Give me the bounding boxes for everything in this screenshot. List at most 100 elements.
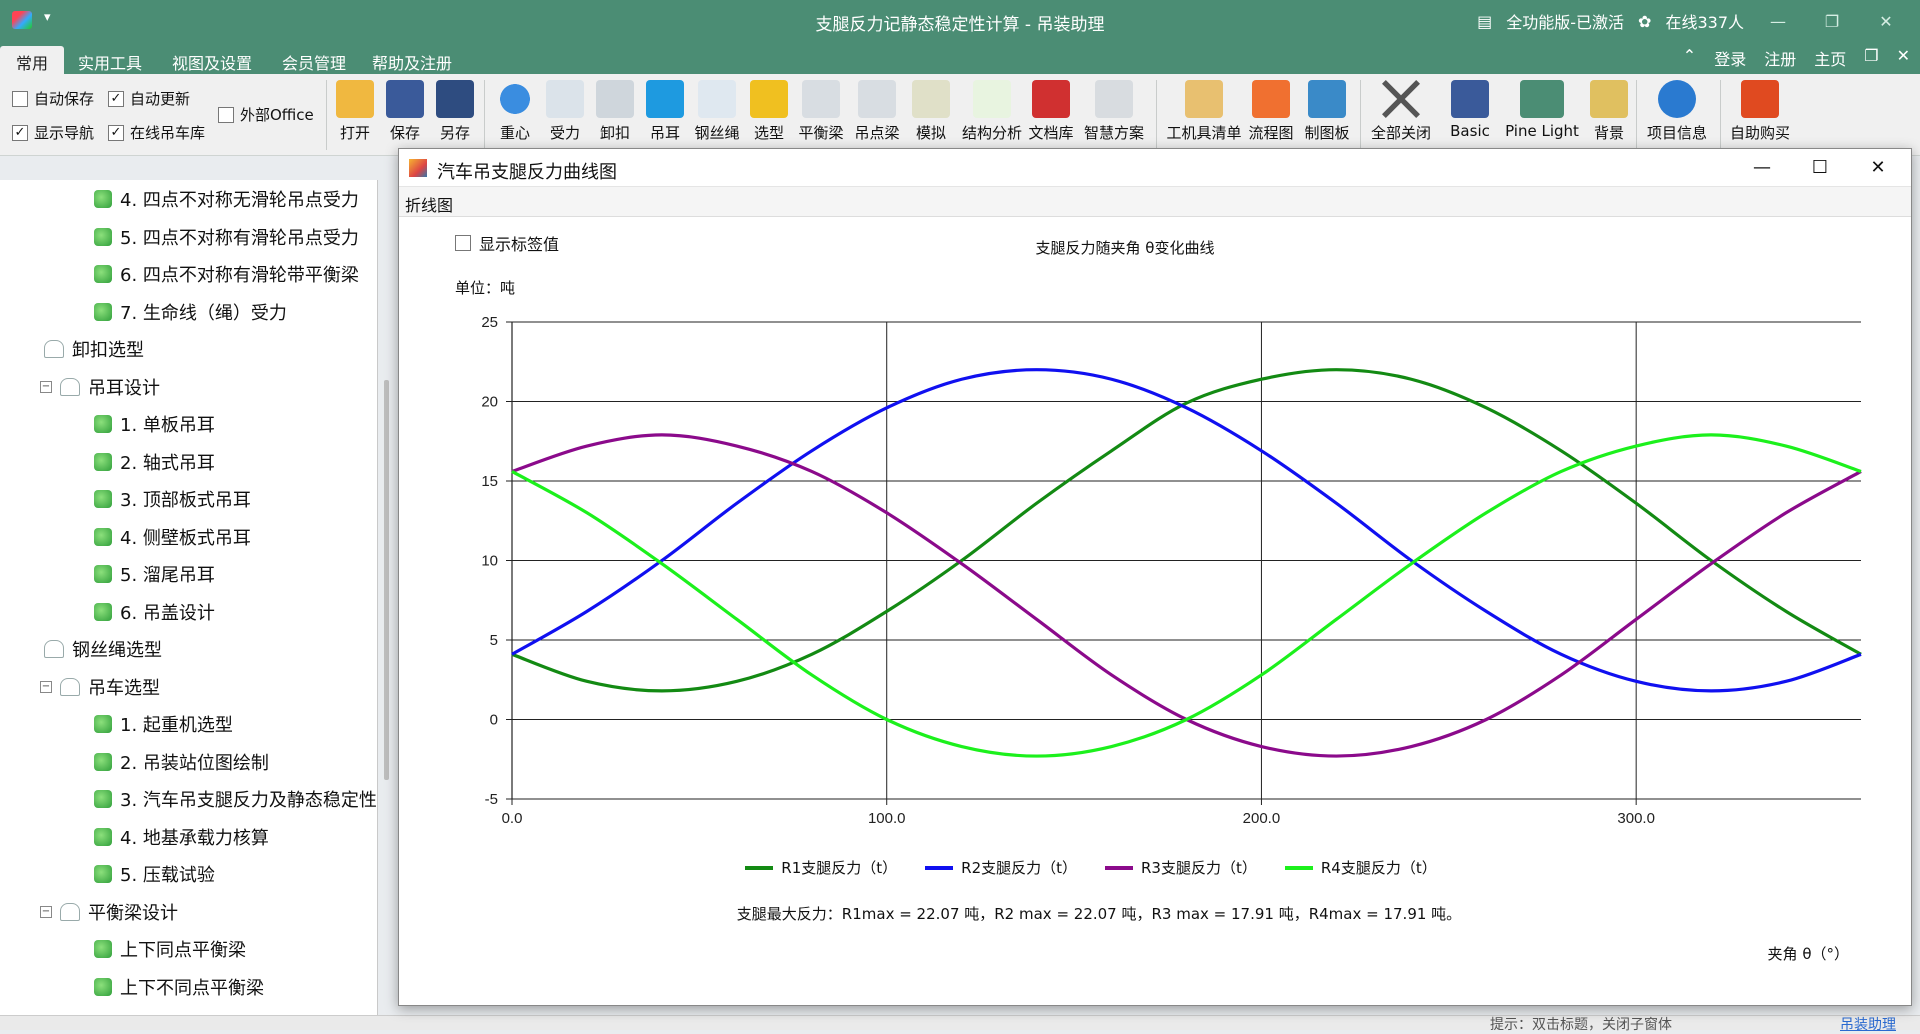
- online-icon: ✿: [1638, 11, 1652, 31]
- flowchart-button[interactable]: 流程图: [1246, 78, 1296, 143]
- external-office-checkbox[interactable]: 外部Office: [218, 104, 314, 125]
- tree-item[interactable]: 钢丝绳选型: [44, 632, 162, 666]
- status-link[interactable]: 吊装助理: [1840, 1014, 1896, 1034]
- theme-pine-light-button[interactable]: Pine Light: [1500, 78, 1584, 140]
- self-purchase-button[interactable]: 自助购买: [1722, 78, 1798, 143]
- category-icon: [44, 340, 64, 358]
- tree-item[interactable]: 4. 四点不对称无滑轮吊点受力: [94, 182, 359, 216]
- gem-icon: [94, 752, 112, 771]
- save-button[interactable]: 保存: [380, 78, 430, 143]
- dialog-minimize-button[interactable]: —: [1733, 153, 1791, 183]
- books-icon: [1032, 80, 1070, 118]
- center-of-gravity-button[interactable]: 重心: [490, 78, 540, 143]
- close-button[interactable]: ✕: [1866, 12, 1906, 31]
- tab-view-settings[interactable]: 视图及设置: [156, 46, 268, 74]
- tree-item[interactable]: 6. 吊盖设计: [94, 595, 215, 629]
- save-as-button[interactable]: 另存: [430, 78, 480, 143]
- lift-beam-button[interactable]: 吊点梁: [852, 78, 902, 143]
- tool-list-button[interactable]: 工机具清单: [1164, 78, 1244, 143]
- online-crane-db-checkbox[interactable]: ✓ 在线吊车库: [108, 122, 205, 143]
- theme-basic-button[interactable]: Basic: [1442, 78, 1498, 140]
- tree-item[interactable]: 6. 四点不对称有滑轮带平衡梁: [94, 257, 359, 291]
- tree-item[interactable]: 上下同点平衡梁: [94, 932, 246, 966]
- tree-item[interactable]: 5. 压载试验: [94, 857, 215, 891]
- x-axis-label: 夹角 θ（°）: [1767, 945, 1849, 963]
- tree-item[interactable]: 4. 地基承载力核算: [94, 820, 269, 854]
- show-nav-checkbox[interactable]: ✓ 显示导航: [12, 122, 94, 143]
- tree-item[interactable]: 5. 溜尾吊耳: [94, 557, 215, 591]
- auto-save-checkbox[interactable]: 自动保存: [12, 88, 94, 109]
- smart-plan-button[interactable]: 智慧方案: [1082, 78, 1146, 143]
- shackle-button[interactable]: 卸扣: [590, 78, 640, 143]
- legend-swatch: [1105, 865, 1133, 870]
- lug-button[interactable]: 吊耳: [640, 78, 690, 143]
- flowchart-icon: [1252, 80, 1290, 118]
- collapse-ribbon-icon[interactable]: ⌃: [1683, 46, 1696, 70]
- legend-label: R4支腿反力（t）: [1320, 859, 1437, 877]
- category-icon: [60, 377, 80, 396]
- balance-beam-button[interactable]: 平衡梁: [796, 78, 846, 143]
- minimize-button[interactable]: —: [1758, 12, 1798, 31]
- tab-line-chart[interactable]: 折线图: [405, 192, 453, 216]
- drawing-board-button[interactable]: 制图板: [1302, 78, 1352, 143]
- restore-child-button[interactable]: ❐: [1864, 46, 1878, 70]
- drawing-board-icon: [1308, 80, 1346, 118]
- project-info-button[interactable]: 项目信息: [1640, 78, 1714, 143]
- tree-item[interactable]: 2. 吊装站位图绘制: [94, 745, 269, 779]
- tree-expander-icon[interactable]: −: [40, 680, 52, 693]
- tree-item[interactable]: − 吊车选型: [40, 670, 160, 704]
- tree-item[interactable]: 1. 单板吊耳: [94, 407, 215, 441]
- crane-icon: [750, 80, 788, 118]
- auto-update-checkbox[interactable]: ✓ 自动更新: [108, 88, 190, 109]
- tree-item[interactable]: 上下不同点平衡梁: [94, 970, 264, 1004]
- tree-item-label: 上下不同点平衡梁: [120, 977, 264, 999]
- series-line-r3: [511, 433, 1862, 758]
- category-icon: [44, 640, 64, 658]
- tab-tools[interactable]: 实用工具: [62, 46, 158, 74]
- force-button[interactable]: 受力: [540, 78, 590, 143]
- tree-item[interactable]: 4. 侧壁板式吊耳: [94, 520, 251, 554]
- gem-icon: [94, 865, 112, 883]
- dialog-maximize-button[interactable]: ☐: [1791, 153, 1849, 183]
- maximize-button[interactable]: ❐: [1812, 12, 1852, 31]
- tree-expander-icon[interactable]: −: [40, 905, 52, 918]
- simulate-icon: [912, 80, 950, 118]
- tab-help-register[interactable]: 帮助及注册: [356, 46, 468, 74]
- tree-item[interactable]: 2. 轴式吊耳: [94, 445, 215, 479]
- tree-item[interactable]: 1. 起重机选型: [94, 707, 233, 741]
- tree-scrollbar[interactable]: [384, 380, 389, 780]
- register-link[interactable]: 注册: [1764, 46, 1796, 70]
- gem-icon: [94, 265, 112, 283]
- open-button[interactable]: 打开: [330, 78, 380, 143]
- y-tick-label: 15: [481, 473, 498, 490]
- tree-item[interactable]: − 平衡梁设计: [40, 895, 178, 929]
- wire-rope-button[interactable]: 钢丝绳: [692, 78, 742, 143]
- chart-area: 显示标签值 支腿反力随夹角 θ变化曲线 单位：吨 -5 0 5 10 15 20 25 0.0…: [399, 217, 1911, 1007]
- tree-item[interactable]: 7. 生命线（绳）受力: [94, 295, 287, 329]
- simulate-button[interactable]: 模拟: [906, 78, 956, 143]
- gem-icon: [94, 452, 112, 471]
- tab-membership[interactable]: 会员管理: [266, 46, 362, 74]
- close-all-button[interactable]: 全部关闭: [1366, 78, 1436, 143]
- tree-item[interactable]: 3. 顶部板式吊耳: [94, 482, 251, 516]
- dialog-close-button[interactable]: ✕: [1849, 153, 1907, 183]
- home-link[interactable]: 主页: [1814, 46, 1846, 70]
- structure-analysis-button[interactable]: 结构分析: [962, 78, 1022, 143]
- title-bar: ▾ 支腿反力记静态稳定性计算 - 吊装助理 ▤ 全功能版-已激活 ✿ 在线337…: [0, 0, 1920, 42]
- tree-expander-icon[interactable]: −: [40, 380, 52, 393]
- close-child-button[interactable]: ✕: [1897, 46, 1910, 70]
- tree-item[interactable]: 卸扣选型: [44, 332, 144, 366]
- background-button[interactable]: 背景: [1584, 78, 1634, 143]
- tree-item[interactable]: − 吊耳设计: [40, 370, 160, 404]
- app-window: ▾ 支腿反力记静态稳定性计算 - 吊装助理 ▤ 全功能版-已激活 ✿ 在线337…: [0, 0, 1920, 1033]
- selection-button[interactable]: 选型: [744, 78, 794, 143]
- tree-item-label: 3. 顶部板式吊耳: [120, 490, 251, 511]
- tree-item-label: 5. 压载试验: [120, 865, 215, 886]
- tree-item[interactable]: 3. 汽车吊支腿反力及静态稳定性: [94, 782, 377, 816]
- doc-library-button[interactable]: 文档库: [1026, 78, 1076, 143]
- tree-item[interactable]: 5. 四点不对称有滑轮吊点受力: [94, 220, 359, 254]
- tab-common[interactable]: 常用: [0, 46, 65, 74]
- login-link[interactable]: 登录: [1714, 46, 1746, 70]
- dialog-title: 汽车吊支腿反力曲线图: [437, 162, 617, 183]
- tree-item-label: 6. 四点不对称有滑轮带平衡梁: [120, 265, 359, 286]
